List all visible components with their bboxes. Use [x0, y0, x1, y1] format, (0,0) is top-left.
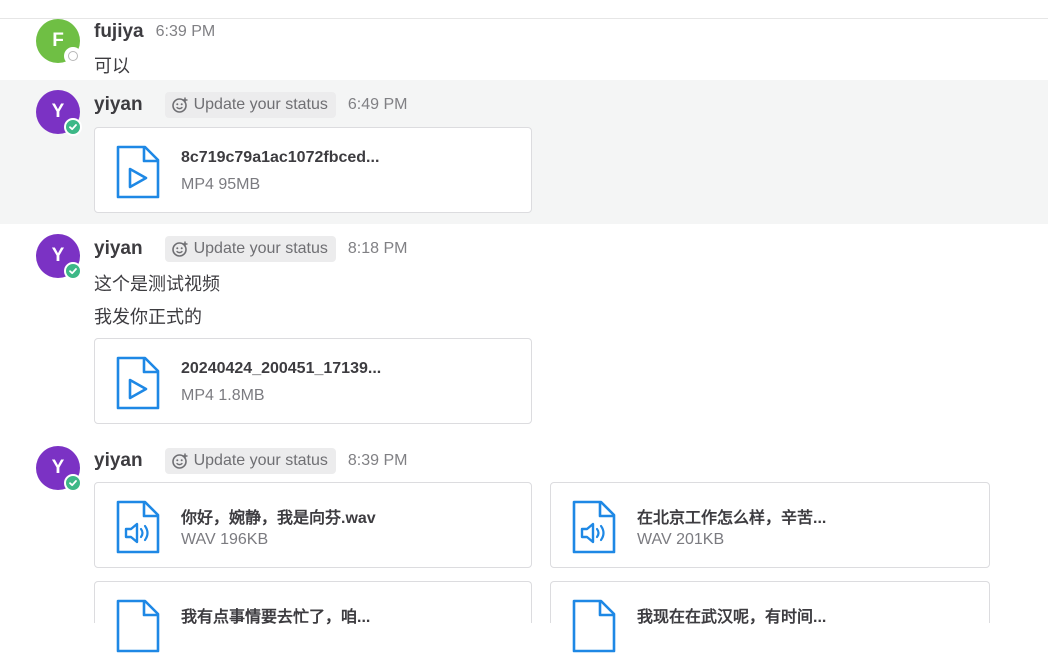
- audio-file-icon: [572, 599, 616, 653]
- file-name[interactable]: 在北京工作怎么样，辛苦...: [637, 504, 826, 528]
- timestamp[interactable]: 6:39 PM: [156, 23, 216, 41]
- file-name[interactable]: 8c719c79a1ac1072fbced...: [181, 149, 379, 167]
- username[interactable]: yiyan: [94, 94, 143, 116]
- avatar[interactable]: Y: [36, 234, 82, 280]
- avatar[interactable]: Y: [36, 90, 82, 136]
- username[interactable]: yiyan: [94, 238, 143, 260]
- top-bar-edge: [0, 0, 1048, 19]
- file-name[interactable]: 我有点事情要去忙了，咱...: [181, 603, 370, 627]
- presence-offline-icon: [64, 47, 82, 65]
- file-meta: WAV 196KB: [181, 531, 269, 548]
- update-status-button[interactable]: Update your status: [164, 236, 336, 262]
- emoji-add-icon: [171, 97, 188, 113]
- emoji-add-icon: [171, 453, 188, 469]
- video-file-icon: [116, 145, 160, 199]
- message-text: 这个是测试视频: [94, 274, 220, 294]
- file-attachment[interactable]: 你好，婉静，我是向芬.wav WAV 196KB: [94, 482, 532, 568]
- avatar[interactable]: F: [36, 19, 82, 65]
- message-text: 可以: [94, 56, 130, 76]
- update-status-button[interactable]: Update your status: [164, 448, 336, 474]
- file-name[interactable]: 20240424_200451_17139...: [181, 360, 381, 378]
- emoji-add-icon: [171, 241, 188, 257]
- username[interactable]: yiyan: [94, 450, 143, 472]
- audio-file-icon: [572, 500, 616, 554]
- file-attachment[interactable]: 20240424_200451_17139... MP4 1.8MB: [94, 338, 532, 424]
- update-status-button[interactable]: Update your status: [164, 92, 336, 118]
- file-name[interactable]: 我现在在武汉呢，有时间...: [637, 603, 826, 627]
- timestamp[interactable]: 8:18 PM: [348, 240, 408, 258]
- username[interactable]: fujiya: [94, 21, 144, 43]
- file-attachment[interactable]: 我现在在武汉呢，有时间...: [550, 581, 990, 653]
- file-name[interactable]: 你好，婉静，我是向芬.wav: [181, 504, 376, 528]
- file-meta: MP4 1.8MB: [181, 387, 265, 404]
- file-meta: WAV 201KB: [637, 531, 725, 548]
- video-file-icon: [116, 356, 160, 410]
- message-yiyan: Y yiyan Update your status 6:49 PM 8c719…: [0, 80, 1048, 224]
- timestamp[interactable]: 6:49 PM: [348, 96, 408, 114]
- message-yiyan: Y yiyan Update your status 8:39 PM 你好，婉静…: [0, 436, 1048, 653]
- audio-file-icon: [116, 599, 160, 653]
- file-attachment[interactable]: 我有点事情要去忙了，咱...: [94, 581, 532, 653]
- message-yiyan: Y yiyan Update your status 8:18 PM 这个是测试…: [0, 224, 1048, 436]
- file-attachment[interactable]: 8c719c79a1ac1072fbced... MP4 95MB: [94, 127, 532, 213]
- presence-online-icon: [64, 118, 82, 136]
- file-attachment[interactable]: 在北京工作怎么样，辛苦... WAV 201KB: [550, 482, 990, 568]
- message-fujiya: F fujiya 6:39 PM 可以: [0, 18, 1048, 80]
- presence-online-icon: [64, 474, 82, 492]
- audio-file-icon: [116, 500, 160, 554]
- file-meta: MP4 95MB: [181, 176, 261, 193]
- avatar[interactable]: Y: [36, 446, 82, 492]
- message-text: 我发你正式的: [94, 307, 202, 327]
- presence-online-icon: [64, 262, 82, 280]
- timestamp[interactable]: 8:39 PM: [348, 452, 408, 470]
